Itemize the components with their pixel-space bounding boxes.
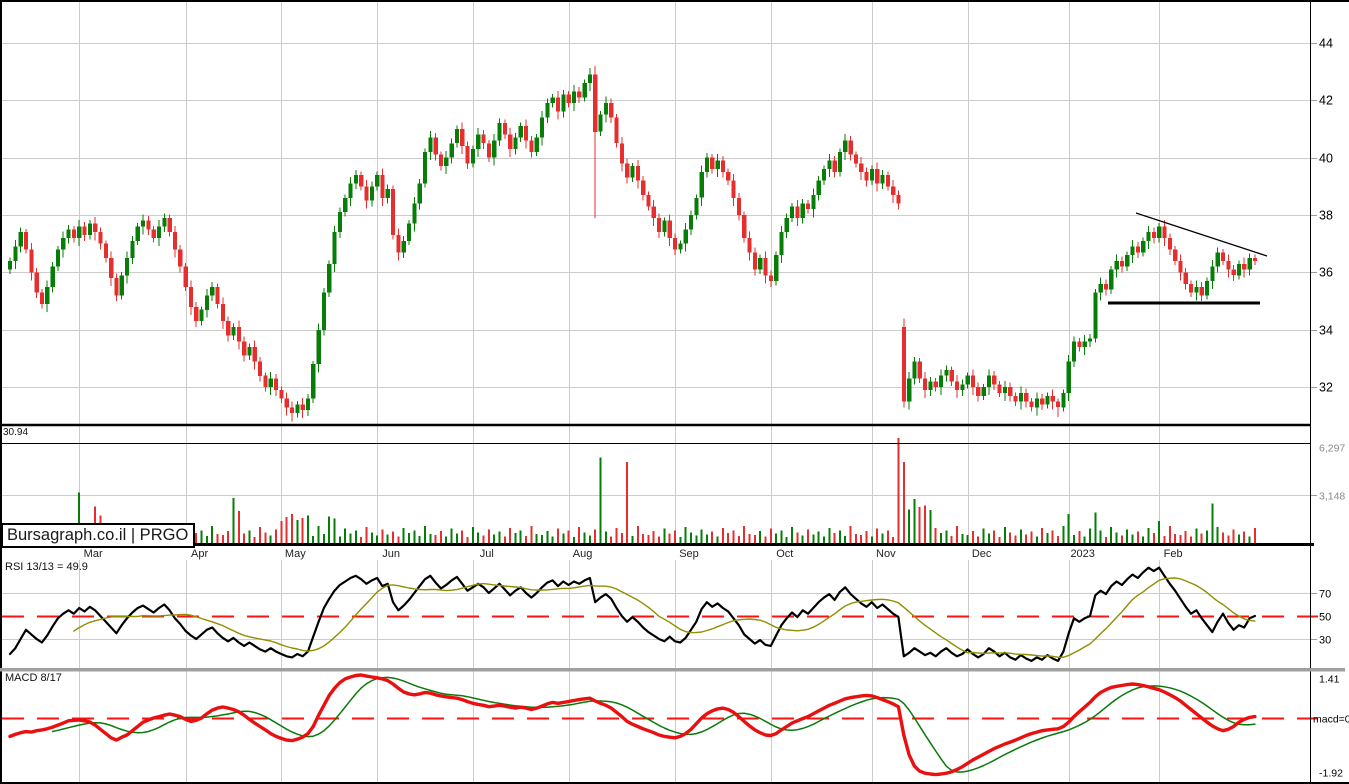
svg-text:30: 30	[1319, 635, 1331, 647]
svg-text:Aug: Aug	[573, 548, 593, 560]
svg-text:36: 36	[1319, 266, 1333, 280]
svg-text:38: 38	[1319, 209, 1333, 223]
svg-text:3,148: 3,148	[1319, 491, 1345, 503]
svg-text:44: 44	[1319, 37, 1333, 51]
svg-text:6,297: 6,297	[1319, 443, 1345, 455]
rsi-indicator-label: RSI 13/13 = 49.9	[5, 561, 88, 573]
volume-bars	[9, 437, 1256, 543]
svg-text:May: May	[285, 548, 306, 560]
watermark-box: Bursagraph.co.il | PRGO	[1, 523, 196, 548]
macd-indicator-label: MACD 8/17	[5, 672, 62, 684]
svg-text:70: 70	[1319, 589, 1331, 601]
svg-text:Jun: Jun	[382, 548, 400, 560]
stock-chart-frame: Mar Apr May Jun Jul Aug Sep Oct Nov Dec 2023 Feb 44 4…	[0, 0, 1349, 784]
svg-text:1.41: 1.41	[1319, 674, 1340, 686]
svg-text:Sep: Sep	[679, 548, 699, 560]
rsi-lines	[8, 566, 1257, 663]
macd-lines	[8, 673, 1257, 777]
rsi-axis: 70 50 30	[2, 589, 1331, 647]
svg-text:macd=0: macd=0	[1313, 714, 1349, 726]
price-axis-labels: 44 42 40 38 36 34 32	[1319, 37, 1333, 395]
svg-text:42: 42	[1319, 94, 1333, 108]
svg-text:40: 40	[1319, 152, 1333, 166]
svg-text:Apr: Apr	[191, 548, 208, 560]
svg-text:34: 34	[1319, 324, 1333, 338]
svg-text:-1.92: -1.92	[1319, 768, 1343, 780]
svg-text:Jul: Jul	[480, 548, 494, 560]
volume-axis: 6,297 3,148	[2, 443, 1345, 503]
support-price-label: 30.94	[3, 427, 29, 438]
svg-text:Oct: Oct	[776, 548, 793, 560]
chart-canvas: Mar Apr May Jun Jul Aug Sep Oct Nov Dec 2023 Feb444…	[0, 0, 1349, 784]
month-axis-labels: Mar Apr May Jun Jul Aug Sep Oct Nov Dec 2023 Feb	[84, 548, 1183, 560]
svg-text:Dec: Dec	[972, 548, 992, 560]
panel-borders	[0, 0, 1349, 784]
svg-text:2023: 2023	[1070, 548, 1094, 560]
svg-text:Feb: Feb	[1164, 548, 1183, 560]
svg-text:Mar: Mar	[84, 548, 103, 560]
svg-text:32: 32	[1319, 381, 1333, 395]
svg-text:Nov: Nov	[876, 548, 896, 560]
svg-text:50: 50	[1319, 612, 1331, 624]
